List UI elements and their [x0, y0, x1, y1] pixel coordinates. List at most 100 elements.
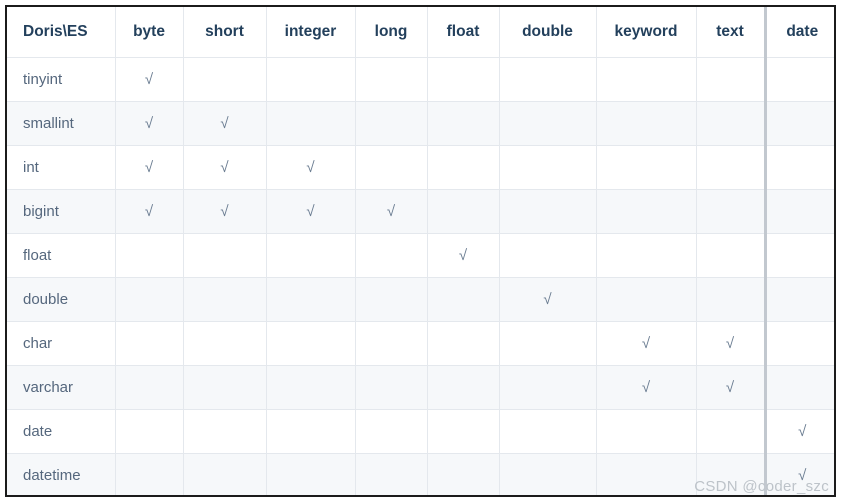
row-label-tinyint: tinyint — [7, 57, 116, 102]
cell-double-short — [183, 277, 267, 322]
cell-char-short — [183, 321, 267, 366]
cell-date-date: √ — [763, 409, 834, 454]
cell-float-long — [355, 233, 428, 278]
cell-double-text — [696, 277, 766, 322]
cell-tinyint-float — [427, 57, 500, 102]
column-header-byte[interactable]: byte — [115, 7, 184, 58]
cell-bigint-keyword — [596, 189, 697, 234]
table-row: date √ — [7, 409, 834, 454]
column-header-integer[interactable]: integer — [266, 7, 356, 58]
cell-varchar-float — [427, 365, 500, 410]
cell-datetime-text — [696, 453, 766, 495]
cell-int-text — [696, 145, 766, 190]
cell-double-date — [763, 277, 834, 322]
check-icon: √ — [144, 70, 154, 88]
check-icon: √ — [220, 158, 229, 176]
table-body: tinyint √ smallint √ √ int √ √ √ bigint √ √ √ √ float √… — [7, 57, 834, 495]
cell-double-double: √ — [499, 277, 597, 322]
cell-smallint-integer — [266, 101, 356, 146]
column-header-rowlabel[interactable]: Doris\ES — [7, 7, 116, 58]
cell-tinyint-date — [763, 57, 834, 102]
cell-varchar-long — [355, 365, 428, 410]
cell-tinyint-keyword — [596, 57, 697, 102]
cell-smallint-short: √ — [183, 101, 267, 146]
table-row: double √ — [7, 277, 834, 322]
cell-varchar-date — [763, 365, 834, 410]
check-icon: √ — [144, 114, 154, 132]
check-icon: √ — [458, 246, 468, 264]
check-icon: √ — [144, 158, 154, 176]
cell-datetime-float — [427, 453, 500, 495]
cell-int-short: √ — [183, 145, 267, 190]
column-header-long[interactable]: long — [355, 7, 428, 58]
cell-varchar-keyword: √ — [596, 365, 697, 410]
cell-bigint-text — [696, 189, 766, 234]
row-label-float: float — [7, 233, 116, 278]
cell-smallint-float — [427, 101, 500, 146]
cell-float-date — [763, 233, 834, 278]
check-icon: √ — [641, 334, 651, 352]
cell-varchar-byte — [115, 365, 184, 410]
cell-date-long — [355, 409, 428, 454]
cell-tinyint-byte: √ — [115, 57, 184, 102]
cell-smallint-byte: √ — [115, 101, 184, 146]
cell-char-date — [763, 321, 834, 366]
cell-date-text — [696, 409, 766, 454]
cell-date-float — [427, 409, 500, 454]
cell-datetime-long — [355, 453, 428, 495]
cell-bigint-float — [427, 189, 500, 234]
check-icon: √ — [725, 378, 735, 396]
check-icon: √ — [220, 114, 229, 132]
table-row: float √ — [7, 233, 834, 278]
cell-char-integer — [266, 321, 356, 366]
cell-int-byte: √ — [115, 145, 184, 190]
cell-date-short — [183, 409, 267, 454]
check-icon: √ — [543, 290, 552, 308]
cell-char-long — [355, 321, 428, 366]
check-icon: √ — [220, 202, 229, 220]
row-label-bigint: bigint — [7, 189, 116, 234]
check-icon: √ — [386, 202, 396, 220]
column-header-keyword[interactable]: keyword — [596, 7, 697, 58]
check-icon: √ — [725, 334, 735, 352]
check-icon: √ — [144, 202, 154, 220]
cell-varchar-integer — [266, 365, 356, 410]
cell-bigint-date — [763, 189, 834, 234]
table-row: tinyint √ — [7, 57, 834, 102]
cell-float-double — [499, 233, 597, 278]
cell-bigint-short: √ — [183, 189, 267, 234]
table-row: varchar √ √ — [7, 365, 834, 410]
column-header-text[interactable]: text — [696, 7, 766, 58]
row-label-smallint: smallint — [7, 101, 116, 146]
cell-smallint-text — [696, 101, 766, 146]
check-icon: √ — [306, 158, 315, 176]
cell-float-keyword — [596, 233, 697, 278]
row-label-char: char — [7, 321, 116, 366]
cell-char-text: √ — [696, 321, 766, 366]
cell-float-text — [696, 233, 766, 278]
column-header-float[interactable]: float — [427, 7, 500, 58]
cell-bigint-byte: √ — [115, 189, 184, 234]
column-header-short[interactable]: short — [183, 7, 267, 58]
cell-datetime-double — [499, 453, 597, 495]
cell-char-byte — [115, 321, 184, 366]
cell-tinyint-double — [499, 57, 597, 102]
row-label-date: date — [7, 409, 116, 454]
cell-date-integer — [266, 409, 356, 454]
cell-int-integer: √ — [266, 145, 356, 190]
column-header-double[interactable]: double — [499, 7, 597, 58]
column-header-date[interactable]: date — [763, 7, 834, 58]
cell-int-keyword — [596, 145, 697, 190]
cell-float-byte — [115, 233, 184, 278]
cell-datetime-short — [183, 453, 267, 495]
cell-float-short — [183, 233, 267, 278]
cell-int-date — [763, 145, 834, 190]
table-row: smallint √ √ — [7, 101, 834, 146]
compatibility-table-frame: Doris\ES byte short integer long float double k… — [5, 5, 836, 497]
cell-float-integer — [266, 233, 356, 278]
cell-bigint-long: √ — [355, 189, 428, 234]
table-row: bigint √ √ √ √ — [7, 189, 834, 234]
row-label-datetime: datetime — [7, 453, 116, 495]
table-row: char √ √ — [7, 321, 834, 366]
cell-double-integer — [266, 277, 356, 322]
